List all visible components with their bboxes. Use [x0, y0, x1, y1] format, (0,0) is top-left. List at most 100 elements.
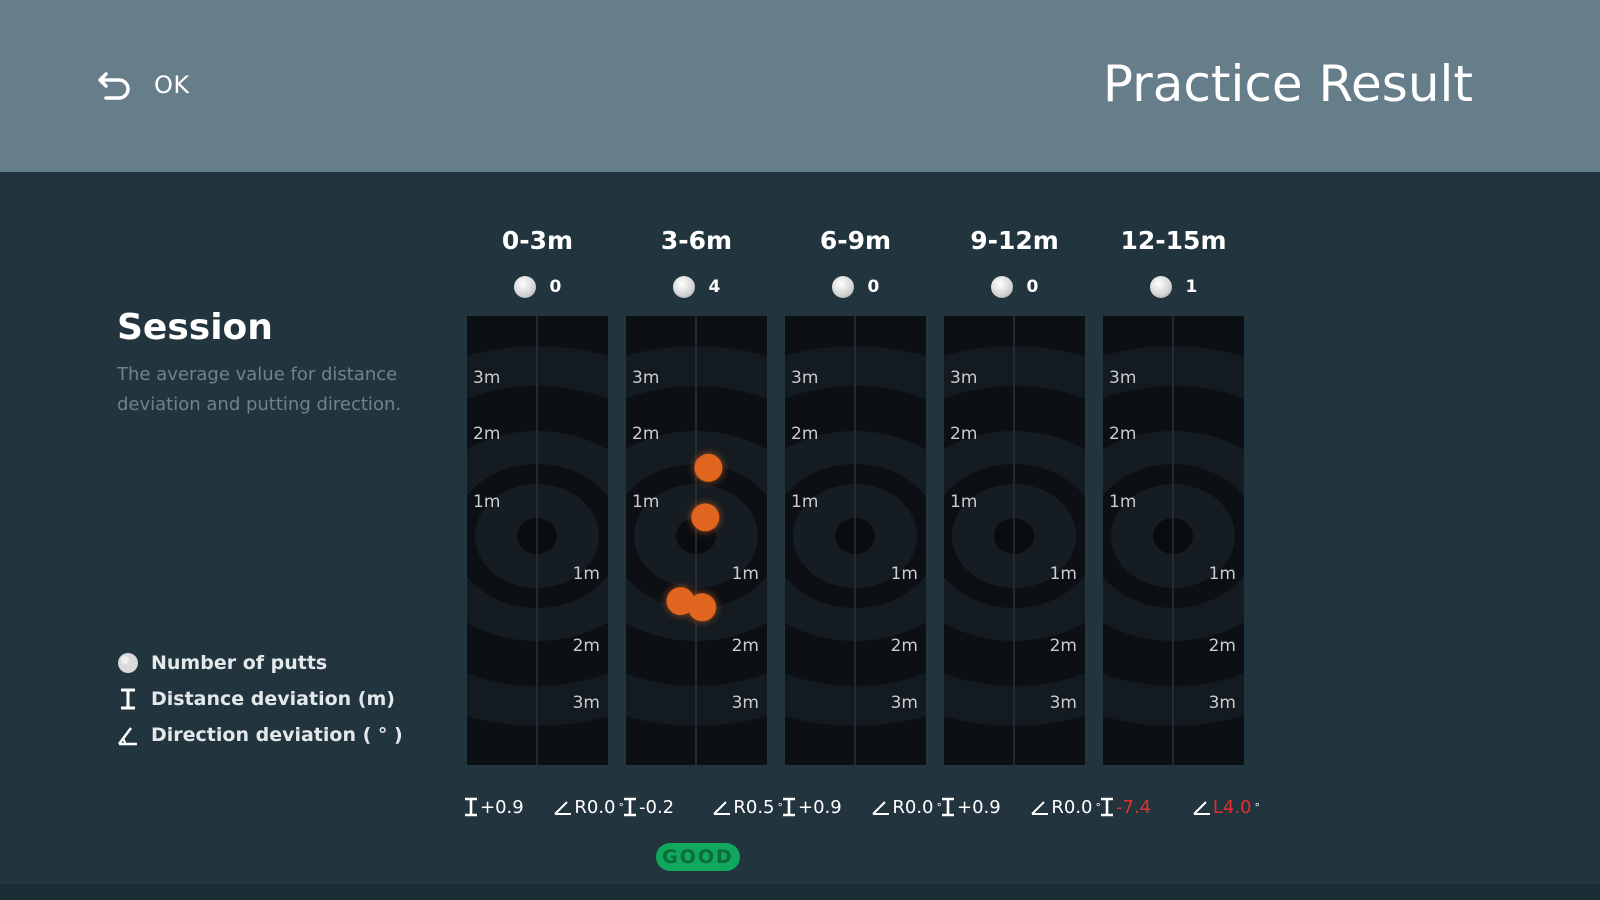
direction-deviation-icon [113, 720, 143, 750]
target-area[interactable]: 3m 2m 1m 1m 2m 3m [626, 316, 767, 765]
distance-label: 1m [950, 492, 978, 512]
putt-count: 0 [467, 276, 608, 298]
golf-ball-icon [1149, 276, 1172, 298]
distance-label: 3m [1208, 693, 1236, 713]
distance-label: 3m [1049, 693, 1077, 713]
distance-deviation-value: +0.9 [480, 796, 524, 818]
direction-deviation: R0.5 ° [713, 797, 783, 818]
range-label: 6-9m [819, 226, 892, 255]
target-area[interactable]: 3m 2m 1m 1m 2m 3m [944, 316, 1085, 765]
legend-label-distance: Distance deviation (m) [151, 688, 395, 710]
range-column: 3-6m 4 3m 2m 1m 1m 2m 3m [626, 220, 767, 780]
distance-deviation-icon [465, 797, 477, 817]
distance-label: 1m [632, 492, 660, 512]
distance-label: 1m [1049, 564, 1077, 584]
direction-deviation-icon [1031, 801, 1049, 815]
distance-label: 2m [731, 636, 759, 656]
direction-deviation-icon [713, 801, 731, 815]
direction-deviation-value: R0.5 [733, 796, 775, 818]
target-area[interactable]: 3m 2m 1m 1m 2m 3m [467, 316, 608, 765]
target-area[interactable]: 3m 2m 1m 1m 2m 3m [1103, 316, 1244, 765]
legend-row-distance: Distance deviation (m) [113, 681, 403, 717]
distance-deviation-icon [1101, 797, 1113, 817]
putt-count: 0 [785, 276, 926, 298]
range-stats: +0.9 R0.0 ° [782, 793, 942, 821]
distance-label: 1m [890, 564, 918, 584]
session-description: The average value for distance deviation… [117, 364, 402, 415]
range-label: 0-3m [501, 226, 574, 255]
page-title: Practice Result [1102, 55, 1473, 113]
putt-count: 1 [1103, 276, 1244, 298]
putt-count: 0 [944, 276, 1085, 298]
back-label: OK [154, 71, 190, 99]
distance-label: 3m [473, 368, 501, 388]
putt-count-value: 0 [549, 277, 562, 297]
target-area[interactable]: 3m 2m 1m 1m 2m 3m [785, 316, 926, 765]
distance-label: 1m [473, 492, 501, 512]
distance-label: 2m [1109, 424, 1137, 444]
legend-label-direction: Direction deviation ( ° ) [151, 724, 403, 746]
distance-label: 1m [572, 564, 600, 584]
distance-label: 2m [1049, 636, 1077, 656]
legend-row-putts: Number of putts [113, 645, 403, 681]
distance-label: 2m [572, 636, 600, 656]
direction-deviation-value: R0.0 [892, 796, 934, 818]
range-stats: +0.9 R0.0 ° [941, 793, 1101, 821]
distance-deviation-icon [113, 684, 143, 714]
distance-deviation-value: -7.4 [1116, 796, 1152, 818]
direction-deviation: R0.0 ° [872, 797, 942, 818]
direction-deviation-value: R0.0 [574, 796, 616, 818]
golf-ball-icon [113, 648, 143, 678]
direction-deviation: L4.0 ° [1193, 797, 1260, 818]
putt-count-value: 0 [1026, 277, 1039, 297]
range-column: 12-15m 1 3m 2m 1m 1m 2m 3m [1103, 220, 1244, 780]
distance-deviation: +0.9 [941, 797, 1001, 818]
range-stats: +0.9 R0.0 ° [464, 793, 624, 821]
putt-mark [691, 503, 720, 532]
putt-mark [694, 453, 723, 482]
distance-label: 3m [1109, 368, 1137, 388]
putt-count-value: 0 [867, 277, 880, 297]
putt-count-value: 4 [708, 277, 721, 297]
golf-ball-icon [831, 276, 854, 298]
putt-mark [688, 593, 717, 622]
golf-ball-icon [513, 276, 536, 298]
distance-label: 2m [791, 424, 819, 444]
range-column: 0-3m 0 3m 2m 1m 1m 2m 3m [467, 220, 608, 780]
direction-deviation: R0.0 ° [1031, 797, 1101, 818]
distance-label: 1m [791, 492, 819, 512]
distance-deviation-icon [624, 797, 636, 817]
legend-label-putts: Number of putts [151, 652, 328, 674]
header-bar: OK Practice Result [0, 0, 1600, 172]
distance-deviation: +0.9 [782, 797, 842, 818]
bottom-strip [0, 884, 1600, 900]
distance-label: 2m [473, 424, 501, 444]
range-stats: -7.4 L4.0 ° [1100, 793, 1260, 821]
direction-deviation-icon [554, 801, 572, 815]
range-label: 3-6m [660, 226, 733, 255]
legend: Number of putts Distance deviation (m) D… [113, 645, 403, 753]
direction-deviation-icon [872, 801, 890, 815]
distance-deviation: -0.2 [623, 797, 674, 818]
direction-deviation: R0.0 ° [554, 797, 624, 818]
distance-label: 3m [632, 368, 660, 388]
degree-symbol: ° [1254, 800, 1261, 814]
distance-label: 3m [791, 368, 819, 388]
distance-label: 2m [1208, 636, 1236, 656]
putt-count-value: 1 [1185, 277, 1198, 297]
range-label: 12-15m [1120, 226, 1227, 255]
distance-label: 2m [890, 636, 918, 656]
distance-label: 3m [890, 693, 918, 713]
distance-label: 3m [731, 693, 759, 713]
legend-row-direction: Direction deviation ( ° ) [113, 717, 403, 753]
back-button[interactable]: OK [96, 62, 190, 108]
putt-count: 4 [626, 276, 767, 298]
good-badge: GOOD [656, 843, 740, 871]
golf-ball-icon [672, 276, 695, 298]
session-title: Session [117, 307, 273, 348]
range-stats: -0.2 R0.5 ° [623, 793, 783, 821]
distance-label: 2m [632, 424, 660, 444]
distance-label: 3m [572, 693, 600, 713]
distance-label: 1m [1109, 492, 1137, 512]
back-arrow-icon [98, 72, 130, 100]
